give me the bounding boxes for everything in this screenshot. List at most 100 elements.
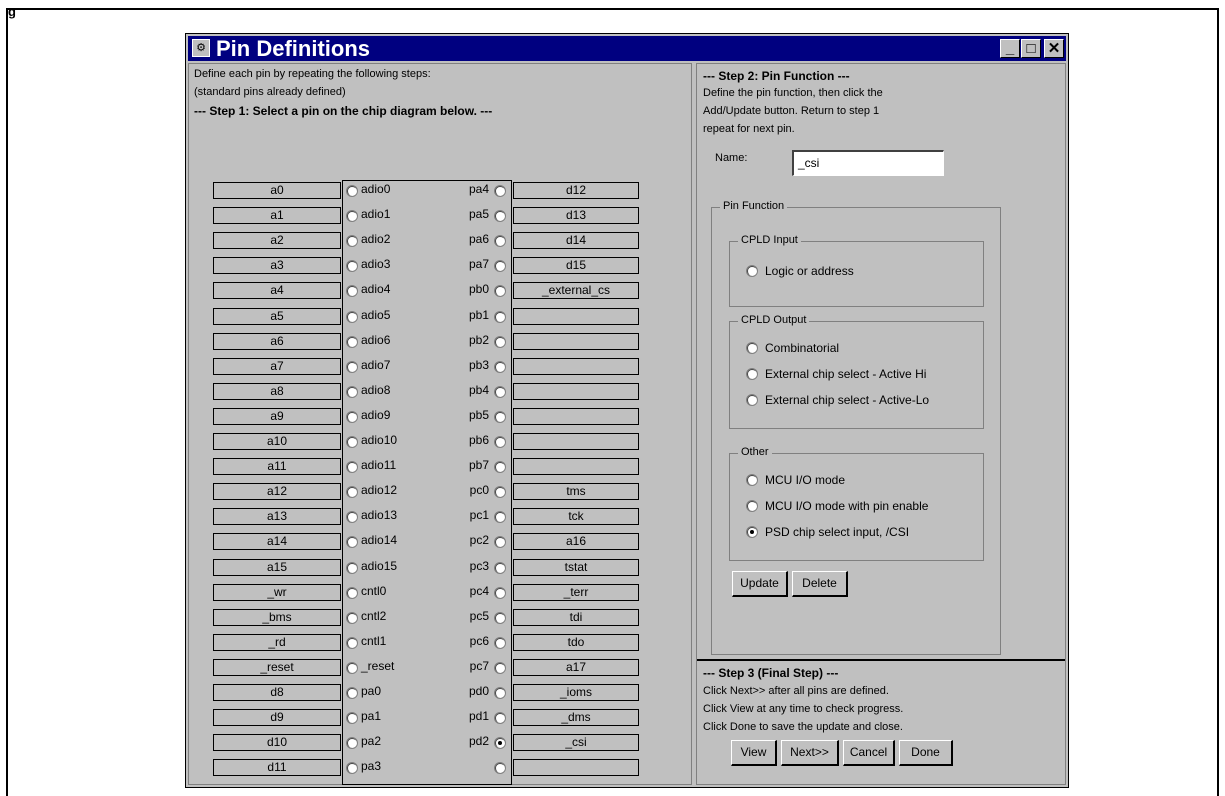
ext-cs-active-hi-radio[interactable] xyxy=(746,368,758,380)
left-pin-assignment[interactable]: a4 xyxy=(213,282,341,300)
right-pin-assignment[interactable]: _dms xyxy=(513,709,639,727)
left-pin-assignment[interactable]: a9 xyxy=(213,407,341,425)
left-pin-assignment[interactable]: a2 xyxy=(213,232,341,250)
update-button[interactable]: Update xyxy=(732,571,788,597)
right-pin-assignment[interactable]: tck xyxy=(513,508,639,526)
right-pin-assignment[interactable]: d15 xyxy=(513,257,639,275)
left-pin-radio[interactable] xyxy=(346,561,358,574)
done-button[interactable]: Done xyxy=(899,740,953,766)
left-pin-radio[interactable] xyxy=(346,636,358,649)
right-pin-assignment[interactable]: _csi xyxy=(513,734,639,752)
left-pin-radio[interactable] xyxy=(346,461,358,474)
left-pin-assignment[interactable]: a1 xyxy=(213,207,341,225)
right-pin-assignment[interactable] xyxy=(513,433,639,450)
right-pin-radio[interactable] xyxy=(494,436,506,448)
right-pin-assignment[interactable]: tms xyxy=(513,483,639,501)
right-pin-assignment[interactable]: _external_cs xyxy=(513,282,639,300)
left-pin-radio[interactable] xyxy=(346,335,358,348)
left-pin-radio[interactable] xyxy=(346,360,358,373)
left-pin-assignment[interactable]: a8 xyxy=(213,382,341,400)
left-pin-assignment[interactable]: a3 xyxy=(213,257,341,275)
left-pin-radio[interactable] xyxy=(346,712,358,725)
left-pin-assignment[interactable]: _wr xyxy=(213,583,341,601)
left-pin-radio[interactable] xyxy=(346,661,358,674)
cancel-button[interactable]: Cancel xyxy=(843,740,895,766)
left-pin-radio[interactable] xyxy=(346,687,358,699)
combinatorial-radio[interactable] xyxy=(746,342,758,354)
right-pin-radio[interactable] xyxy=(494,661,506,674)
right-pin-assignment[interactable]: d14 xyxy=(513,232,639,250)
right-pin-assignment[interactable] xyxy=(513,759,639,777)
left-pin-radio[interactable] xyxy=(346,210,358,223)
right-pin-assignment[interactable] xyxy=(513,407,639,425)
right-pin-radio[interactable] xyxy=(494,586,506,599)
right-pin-assignment[interactable] xyxy=(513,458,639,476)
close-button[interactable]: ✕ xyxy=(1044,39,1064,58)
view-button[interactable]: View xyxy=(731,740,777,766)
right-pin-assignment[interactable]: _terr xyxy=(513,583,639,601)
right-pin-assignment[interactable] xyxy=(513,357,639,375)
left-pin-assignment[interactable]: a13 xyxy=(213,508,341,526)
left-pin-assignment[interactable]: d8 xyxy=(213,684,341,701)
right-pin-radio[interactable] xyxy=(494,461,506,474)
right-pin-radio[interactable] xyxy=(494,687,506,699)
left-pin-assignment[interactable]: d10 xyxy=(213,734,341,752)
left-pin-assignment[interactable]: a5 xyxy=(213,307,341,325)
right-pin-radio[interactable] xyxy=(494,335,506,348)
right-pin-radio[interactable] xyxy=(494,210,506,223)
right-pin-radio[interactable] xyxy=(494,712,506,725)
left-pin-assignment[interactable]: d9 xyxy=(213,709,341,727)
right-pin-assignment[interactable]: d12 xyxy=(513,182,639,199)
minimize-button[interactable]: _ xyxy=(1000,39,1020,58)
right-pin-radio[interactable] xyxy=(494,185,506,197)
right-pin-assignment[interactable]: a16 xyxy=(513,533,639,551)
next-button[interactable]: Next>> xyxy=(781,740,839,766)
left-pin-radio[interactable] xyxy=(346,586,358,599)
left-pin-name: adio4 xyxy=(361,282,391,297)
right-pin-assignment[interactable]: tstat xyxy=(513,558,639,576)
left-pin-radio[interactable] xyxy=(346,436,358,448)
other-title: Other xyxy=(738,446,772,458)
right-pin-radio[interactable] xyxy=(494,636,506,649)
right-pin-assignment[interactable]: tdi xyxy=(513,608,639,626)
left-pin-assignment[interactable]: a0 xyxy=(213,182,341,199)
left-pin-assignment[interactable]: a14 xyxy=(213,533,341,551)
logic-or-address-radio[interactable] xyxy=(746,265,758,277)
left-pin-assignment[interactable]: a15 xyxy=(213,558,341,576)
right-pin-assignment[interactable]: d13 xyxy=(513,207,639,225)
right-pin-assignment[interactable]: a17 xyxy=(513,658,639,676)
left-pin-radio[interactable] xyxy=(346,310,358,323)
left-pin-assignment[interactable]: a11 xyxy=(213,458,341,476)
left-pin-assignment[interactable]: a7 xyxy=(213,357,341,375)
right-pin-assignment[interactable]: tdo xyxy=(513,633,639,651)
left-pin-radio[interactable] xyxy=(346,410,358,423)
right-pin-name: pb5 xyxy=(468,407,489,422)
psd-chip-select-radio[interactable] xyxy=(746,526,758,538)
left-pin-radio[interactable] xyxy=(346,185,358,197)
right-pin-assignment[interactable]: _ioms xyxy=(513,684,639,701)
ext-cs-active-lo-radio[interactable] xyxy=(746,394,758,406)
right-pin-radio[interactable] xyxy=(494,385,506,398)
right-pin-radio[interactable] xyxy=(494,410,506,423)
delete-button[interactable]: Delete xyxy=(792,571,848,597)
left-pin-assignment[interactable]: d11 xyxy=(213,759,341,777)
left-pin-assignment[interactable]: _rd xyxy=(213,633,341,651)
left-pin-assignment[interactable]: _bms xyxy=(213,608,341,626)
right-pin-assignment[interactable] xyxy=(513,382,639,400)
right-pin-radio[interactable] xyxy=(494,611,506,624)
left-pin-radio[interactable] xyxy=(346,385,358,398)
left-pin-assignment[interactable]: _reset xyxy=(213,658,341,676)
right-pin-radio[interactable] xyxy=(494,561,506,574)
left-pin-assignment[interactable]: a12 xyxy=(213,483,341,501)
left-pin-radio[interactable] xyxy=(346,611,358,624)
mcu-io-pin-enable-radio[interactable] xyxy=(746,500,758,512)
right-pin-assignment[interactable] xyxy=(513,332,639,350)
mcu-io-mode-radio[interactable] xyxy=(746,474,758,486)
right-pin-assignment[interactable] xyxy=(513,307,639,325)
left-pin-assignment[interactable]: a10 xyxy=(213,433,341,450)
right-pin-radio[interactable] xyxy=(494,360,506,373)
name-field[interactable]: _csi xyxy=(792,150,944,176)
right-pin-radio[interactable] xyxy=(494,310,506,323)
maximize-button[interactable]: □ xyxy=(1021,39,1041,58)
left-pin-assignment[interactable]: a6 xyxy=(213,332,341,350)
